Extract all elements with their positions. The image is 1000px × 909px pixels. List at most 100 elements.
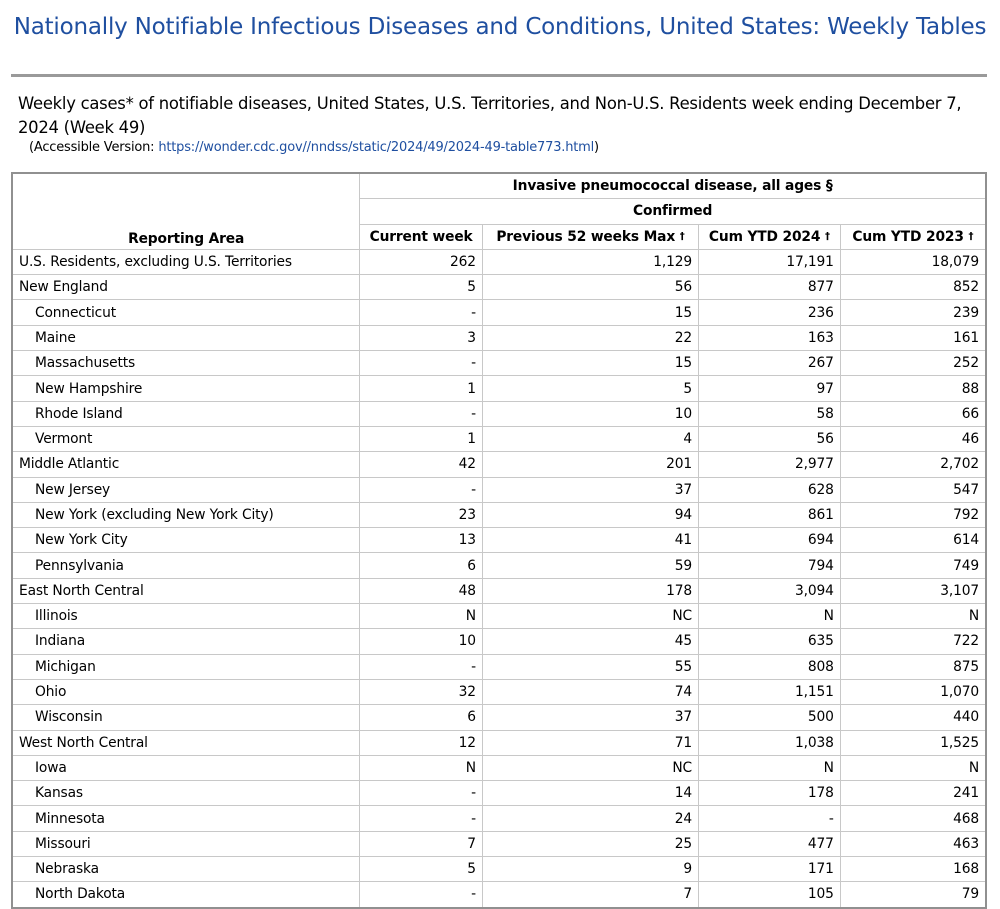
value-cell: 56 — [698, 425, 841, 453]
state-name-cell: Maine — [11, 324, 361, 352]
state-name-cell: Illinois — [11, 603, 361, 630]
value-cell: 37 — [481, 476, 700, 503]
value-cell: 55 — [481, 653, 700, 680]
value-cell: 7 — [481, 881, 700, 909]
state-name-cell: New Hampshire — [11, 375, 361, 402]
table-row: Iowa N NC N N — [11, 754, 987, 782]
table-row: Indiana 10 45 635 722 — [11, 628, 987, 655]
value-cell: NC — [481, 603, 700, 630]
table-row: New England 5 56 877 852 — [11, 274, 987, 301]
table-row: Ohio 32 74 1,151 1,070 — [11, 678, 987, 706]
table-row: West North Central 12 71 1,038 1,525 — [11, 729, 987, 756]
table-caption: Weekly cases* of notifiable diseases, Un… — [18, 94, 962, 137]
value-cell: 808 — [698, 653, 841, 680]
value-cell: 463 — [839, 830, 987, 858]
value-cell: 59 — [481, 552, 700, 579]
value-cell: 792 — [839, 501, 987, 529]
value-cell: 694 — [698, 527, 841, 554]
value-cell: 24 — [481, 805, 700, 832]
value-cell: 25 — [481, 830, 700, 858]
table-row: Missouri 7 25 477 463 — [11, 830, 987, 858]
table-row: Illinois N NC N N — [11, 603, 987, 630]
state-name-cell: Pennsylvania — [11, 552, 361, 579]
value-cell: 877 — [698, 274, 841, 301]
table-body: U.S. Residents, excluding U.S. Territori… — [11, 248, 987, 909]
value-cell: N — [359, 754, 483, 782]
value-cell: 5 — [481, 375, 700, 402]
table-row: Nebraska 5 9 171 168 — [11, 856, 987, 883]
value-cell: - — [359, 476, 483, 503]
table-row: East North Central 48 178 3,094 3,107 — [11, 577, 987, 605]
column-header: Cum YTD 2024 † — [698, 223, 841, 250]
value-cell: 2,702 — [839, 451, 987, 478]
value-cell: 5 — [359, 856, 483, 883]
value-cell: 171 — [698, 856, 841, 883]
value-cell: 241 — [839, 780, 987, 807]
table-row: Middle Atlantic 42 201 2,977 2,702 — [11, 451, 987, 478]
value-cell: 468 — [839, 805, 987, 832]
value-cell: - — [359, 805, 483, 832]
value-cell: 1,038 — [698, 729, 841, 756]
accessible-version-label: (Accessible Version: — [29, 140, 155, 155]
value-cell: 1,525 — [839, 729, 987, 756]
table-row: U.S. Residents, excluding U.S. Territori… — [11, 248, 987, 276]
value-cell: 1,129 — [481, 248, 700, 276]
value-cell: 267 — [698, 350, 841, 377]
state-name-cell: Rhode Island — [11, 400, 361, 427]
table-row: Michigan -55 808 875 — [11, 653, 987, 680]
table-row: Connecticut -15 236 239 — [11, 299, 987, 326]
value-cell: 7 — [359, 830, 483, 858]
table-row: Massachusetts -15 267 252 — [11, 350, 987, 377]
value-cell: 41 — [481, 527, 700, 554]
value-cell: 17,191 — [698, 248, 841, 276]
state-name-cell: Missouri — [11, 830, 361, 858]
column-header: Previous 52 weeks Max † — [481, 223, 700, 250]
value-cell: 749 — [839, 552, 987, 579]
region-name-cell: Middle Atlantic — [11, 451, 361, 478]
value-cell: N — [839, 603, 987, 630]
value-cell: NC — [481, 754, 700, 782]
value-cell: - — [359, 299, 483, 326]
value-cell: N — [359, 603, 483, 630]
value-cell: 58 — [698, 400, 841, 427]
value-cell: - — [359, 653, 483, 680]
value-cell: 1 — [359, 425, 483, 453]
table-row: Kansas -14 178 241 — [11, 780, 987, 807]
dagger-footnote-mark: † — [679, 230, 685, 242]
state-name-cell: Wisconsin — [11, 704, 361, 731]
value-cell: 79 — [839, 881, 987, 909]
value-cell: 794 — [698, 552, 841, 579]
value-cell: 6 — [359, 704, 483, 731]
state-name-cell: Connecticut — [11, 299, 361, 326]
value-cell: 71 — [481, 729, 700, 756]
value-cell: 12 — [359, 729, 483, 756]
value-cell: N — [698, 754, 841, 782]
value-cell: 15 — [481, 350, 700, 377]
value-cell: 852 — [839, 274, 987, 301]
value-cell: 94 — [481, 501, 700, 529]
state-name-cell: Nebraska — [11, 856, 361, 883]
value-cell: 6 — [359, 552, 483, 579]
column-header: Cum YTD 2023 † — [839, 223, 987, 250]
reporting-area-header: Reporting Area — [11, 172, 361, 250]
value-cell: 48 — [359, 577, 483, 605]
table-row: North Dakota -7 105 79 — [11, 881, 987, 909]
region-name-cell: New England — [11, 274, 361, 301]
dagger-footnote-mark: † — [824, 230, 830, 242]
table-row: Minnesota -24-468 — [11, 805, 987, 832]
value-cell: 32 — [359, 678, 483, 706]
region-name-cell: U.S. Residents, excluding U.S. Territori… — [11, 248, 361, 276]
accessible-version-link[interactable]: https://wonder.cdc.gov//nndss/static/202… — [158, 140, 594, 155]
table-row: New York City 13 41 694 614 — [11, 527, 987, 554]
state-name-cell: Massachusetts — [11, 350, 361, 377]
value-cell: 168 — [839, 856, 987, 883]
region-name-cell: West North Central — [11, 729, 361, 756]
value-cell: 440 — [839, 704, 987, 731]
value-cell: 97 — [698, 375, 841, 402]
table-row: New Hampshire 1 5 97 88 — [11, 375, 987, 402]
region-name-cell: East North Central — [11, 577, 361, 605]
value-cell: 722 — [839, 628, 987, 655]
value-cell: N — [698, 603, 841, 630]
value-cell: - — [359, 400, 483, 427]
value-cell: 161 — [839, 324, 987, 352]
